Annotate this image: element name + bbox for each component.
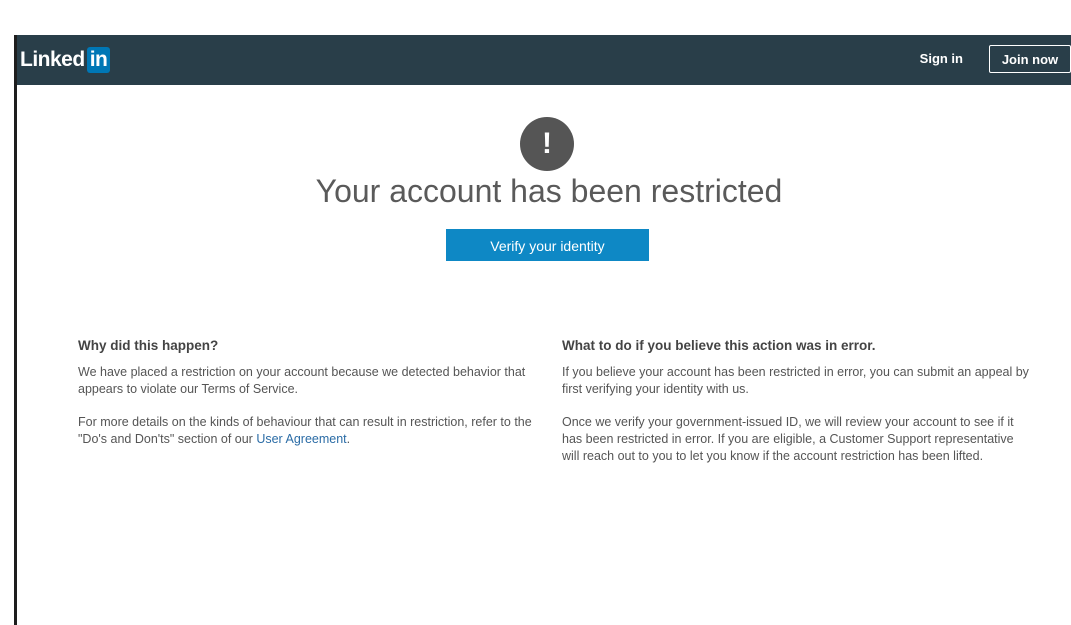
appeal-heading: What to do if you believe this action wa… <box>562 338 876 353</box>
sign-in-link[interactable]: Sign in <box>920 51 963 66</box>
linkedin-logo[interactable]: Linked in <box>20 46 111 74</box>
exclamation-circle-icon: ! <box>520 117 574 171</box>
logo-text: Linked <box>20 48 85 71</box>
top-navbar: Linked in Sign in Join now <box>17 35 1071 85</box>
browser-frame: Linked in Sign in Join now ! Your account… <box>14 35 1071 625</box>
why-section: Why did this happen? We have placed a re… <box>78 337 548 464</box>
appeal-paragraph-1: If you believe your account has been res… <box>562 365 1029 396</box>
verify-identity-button[interactable]: Verify your identity <box>446 229 649 261</box>
why-paragraph-2: For more details on the kinds of behavio… <box>78 414 548 448</box>
error-appeal-section: What to do if you believe this action wa… <box>562 337 1032 481</box>
page-title: Your account has been restricted <box>315 173 783 209</box>
appeal-paragraph-2: Once we verify your government-issued ID… <box>562 415 1014 463</box>
why-paragraph-2-end: . <box>346 432 351 446</box>
user-agreement-link[interactable]: User Agreement <box>256 432 346 446</box>
why-paragraph-1: We have placed a restriction on your acc… <box>78 365 526 396</box>
why-heading: Why did this happen? <box>78 338 219 353</box>
logo-in-badge: in <box>86 47 111 73</box>
join-now-button[interactable]: Join now <box>989 45 1071 73</box>
